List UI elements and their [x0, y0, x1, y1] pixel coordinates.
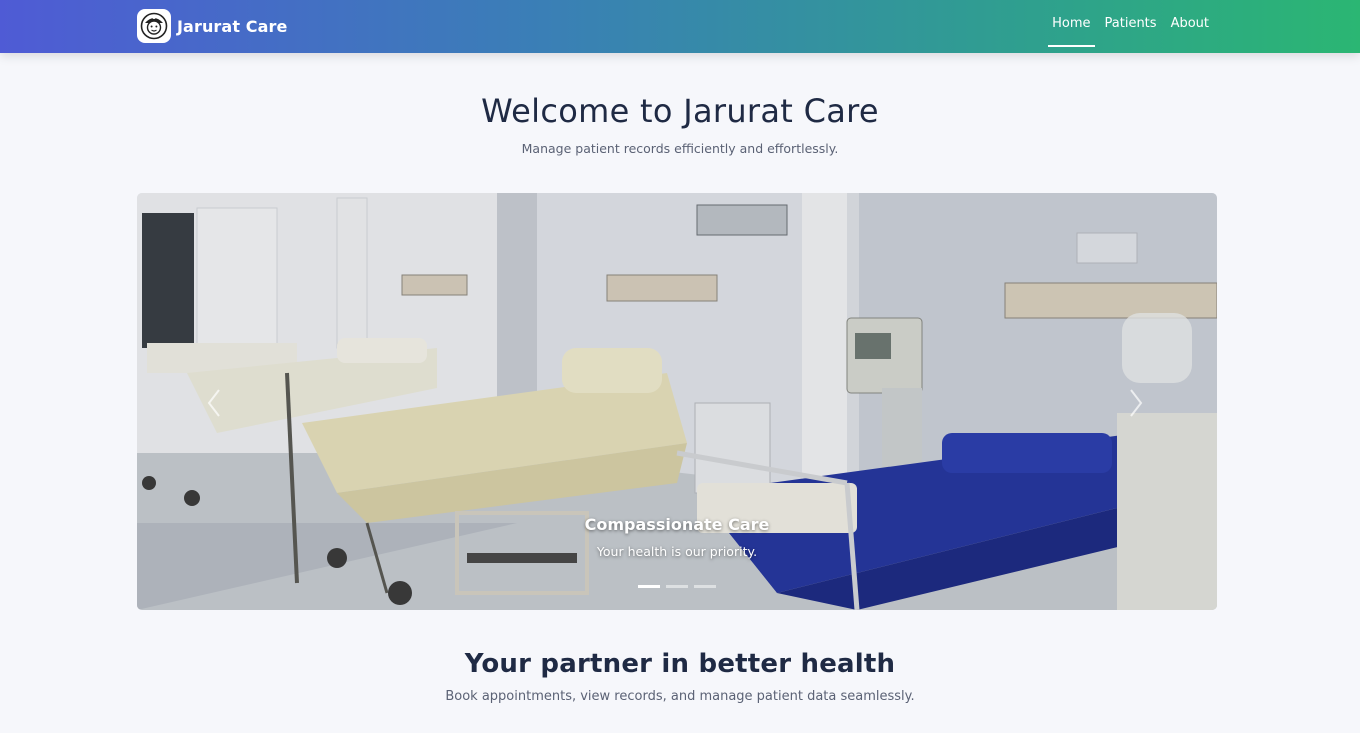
nav-link-about[interactable]: About — [1167, 0, 1213, 47]
brand-link[interactable]: Jarurat Care — [137, 9, 287, 43]
hero-subtitle: Manage patient records efficiently and e… — [521, 141, 839, 156]
brand-name: Jarurat Care — [177, 16, 288, 36]
hero-title: Welcome to Jarurat Care — [481, 92, 879, 130]
nav-links: Home Patients About — [1042, 0, 1213, 53]
carousel-indicators — [635, 585, 719, 588]
carousel-indicator-1[interactable] — [638, 585, 660, 588]
nav-link-home[interactable]: Home — [1048, 0, 1095, 47]
nav-link-patients[interactable]: Patients — [1101, 0, 1161, 47]
carousel-caption-title: Compassionate Care — [584, 515, 770, 534]
carousel-prev-button[interactable] — [199, 388, 229, 418]
carousel-indicator-2[interactable] — [666, 585, 688, 588]
image-carousel: Compassionate Care Your health is our pr… — [137, 193, 1217, 610]
doctor-face-icon — [137, 9, 171, 43]
section-title: Your partner in better health — [464, 649, 896, 679]
carousel-indicator-3[interactable] — [694, 585, 716, 588]
chevron-right-icon — [1130, 389, 1143, 417]
chevron-left-icon — [207, 389, 220, 417]
carousel-caption-text: Your health is our priority. — [596, 544, 758, 559]
section-subtitle: Book appointments, view records, and man… — [445, 689, 915, 704]
top-navbar: Jarurat Care Home Patients About — [0, 0, 1360, 53]
carousel-next-button[interactable] — [1121, 388, 1151, 418]
